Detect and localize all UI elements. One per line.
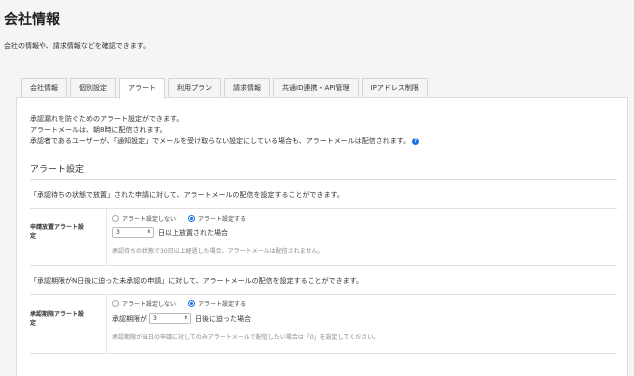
rule2-title: 「承認期限がN日後に迫った未承認の申請」に対して、アラートメールの配信を設定する… (30, 277, 363, 285)
alert-panel: 承認漏れを防ぐためのアラート設定ができます。 アラートメールは、朝8時に配信され… (16, 97, 628, 376)
intro-line: アラートメールは、朝8時に配信されます。 (30, 126, 167, 134)
rule2-radio-off[interactable] (112, 300, 119, 307)
intro-line: 承認漏れを防ぐためのアラート設定ができます。 (30, 115, 184, 123)
rule2-radio-group: アラート設定しない アラート設定する (112, 299, 258, 308)
rule2-radio-on-label[interactable]: アラート設定する (198, 299, 246, 308)
rule2-note: 承認期限が当日の申請に対してのみアラートメールで配信したい場合は「0」を設定して… (112, 334, 380, 341)
rule2-days-suffix: 日後に迫った場合 (195, 314, 251, 323)
question-circle-icon[interactable]: ? (412, 137, 420, 145)
tab-individual-settings[interactable]: 個別設定 (70, 78, 116, 98)
rule1-days-input[interactable]: 3 ⬍ (112, 227, 154, 238)
rule2-days-row: 承認期限が 3 ⬍ 日後に迫った場合 (112, 313, 251, 324)
tab-alert[interactable]: アラート (119, 78, 165, 99)
rule1-label-line: 申請放置アラート設 (30, 224, 85, 231)
rule2-radio-off-label[interactable]: アラート設定しない (122, 299, 176, 308)
rule2-box: 承認期限アラート設 定 アラート設定しない アラート設定する 承認期限が 3 ⬍ … (30, 294, 617, 354)
stepper-arrows-icon[interactable]: ⬍ (147, 228, 153, 237)
tab-bar: 会社情報 個別設定 アラート 利用プラン 請求情報 共通ID連携・API管理 I… (21, 78, 431, 99)
tab-plan[interactable]: 利用プラン (168, 78, 221, 98)
rule2-days-input[interactable]: 3 ⬍ (149, 313, 191, 324)
rule1-radio-on-label[interactable]: アラート設定する (198, 214, 246, 223)
rule1-radio-off-label[interactable]: アラート設定しない (122, 214, 176, 223)
page-title: 会社情報 (4, 12, 60, 28)
rule1-content: アラート設定しない アラート設定する 3 ⬍ 日以上放置された場合 承認待ちの状態… (106, 209, 617, 265)
rule2-label-line: 承認期限アラート設 (30, 311, 85, 318)
section-divider (30, 179, 617, 180)
rule2-days-prefix: 承認期限が (112, 314, 147, 323)
page-subtitle: 会社の情報や、請求情報などを確認できます。 (4, 42, 151, 50)
tab-id-api[interactable]: 共通ID連携・API管理 (273, 78, 359, 98)
rule1-radio-on[interactable] (188, 215, 196, 222)
rule1-title: 「承認待ちの状態で放置」された申請に対して、アラートメールの配信を設定することが… (30, 191, 344, 199)
stepper-arrows-icon[interactable]: ⬍ (184, 314, 190, 323)
tab-billing[interactable]: 請求情報 (224, 78, 270, 98)
rule2-label: 承認期限アラート設 定 (30, 310, 106, 328)
rule1-note: 承認待ちの状態で30日以上経過した場合、アラートメールは配信されません。 (112, 248, 324, 255)
rule1-label: 申請放置アラート設 定 (30, 223, 106, 241)
rule1-box: 申請放置アラート設 定 アラート設定しない アラート設定する 3 ⬍ 日以上放置さ… (30, 208, 617, 266)
section-title: アラート設定 (30, 165, 85, 175)
rule1-days-suffix: 日以上放置された場合 (158, 228, 228, 237)
intro-text: 承認漏れを防ぐためのアラート設定ができます。 アラートメールは、朝8時に配信され… (30, 114, 420, 147)
intro-line: 承認者であるユーザーが、「通知設定」でメールを受け取らない設定にしている場合も、… (30, 136, 420, 147)
rule1-days-value: 3 (116, 229, 120, 236)
rule2-radio-on[interactable] (188, 300, 196, 307)
rule2-label-line: 定 (30, 320, 37, 327)
rule2-content: アラート設定しない アラート設定する 承認期限が 3 ⬍ 日後に迫った場合 承認期… (106, 295, 617, 353)
rule1-days-row: 3 ⬍ 日以上放置された場合 (112, 227, 228, 238)
tab-ip-restriction[interactable]: IPアドレス制限 (361, 78, 428, 98)
rule1-radio-group: アラート設定しない アラート設定する (112, 214, 258, 223)
intro-line-text: 承認者であるユーザーが、「通知設定」でメールを受け取らない設定にしている場合も、… (30, 137, 411, 145)
tab-company-info[interactable]: 会社情報 (21, 78, 67, 98)
rule1-radio-off[interactable] (112, 215, 119, 222)
rule2-days-value: 3 (153, 315, 157, 322)
rule1-label-line: 定 (30, 233, 37, 240)
